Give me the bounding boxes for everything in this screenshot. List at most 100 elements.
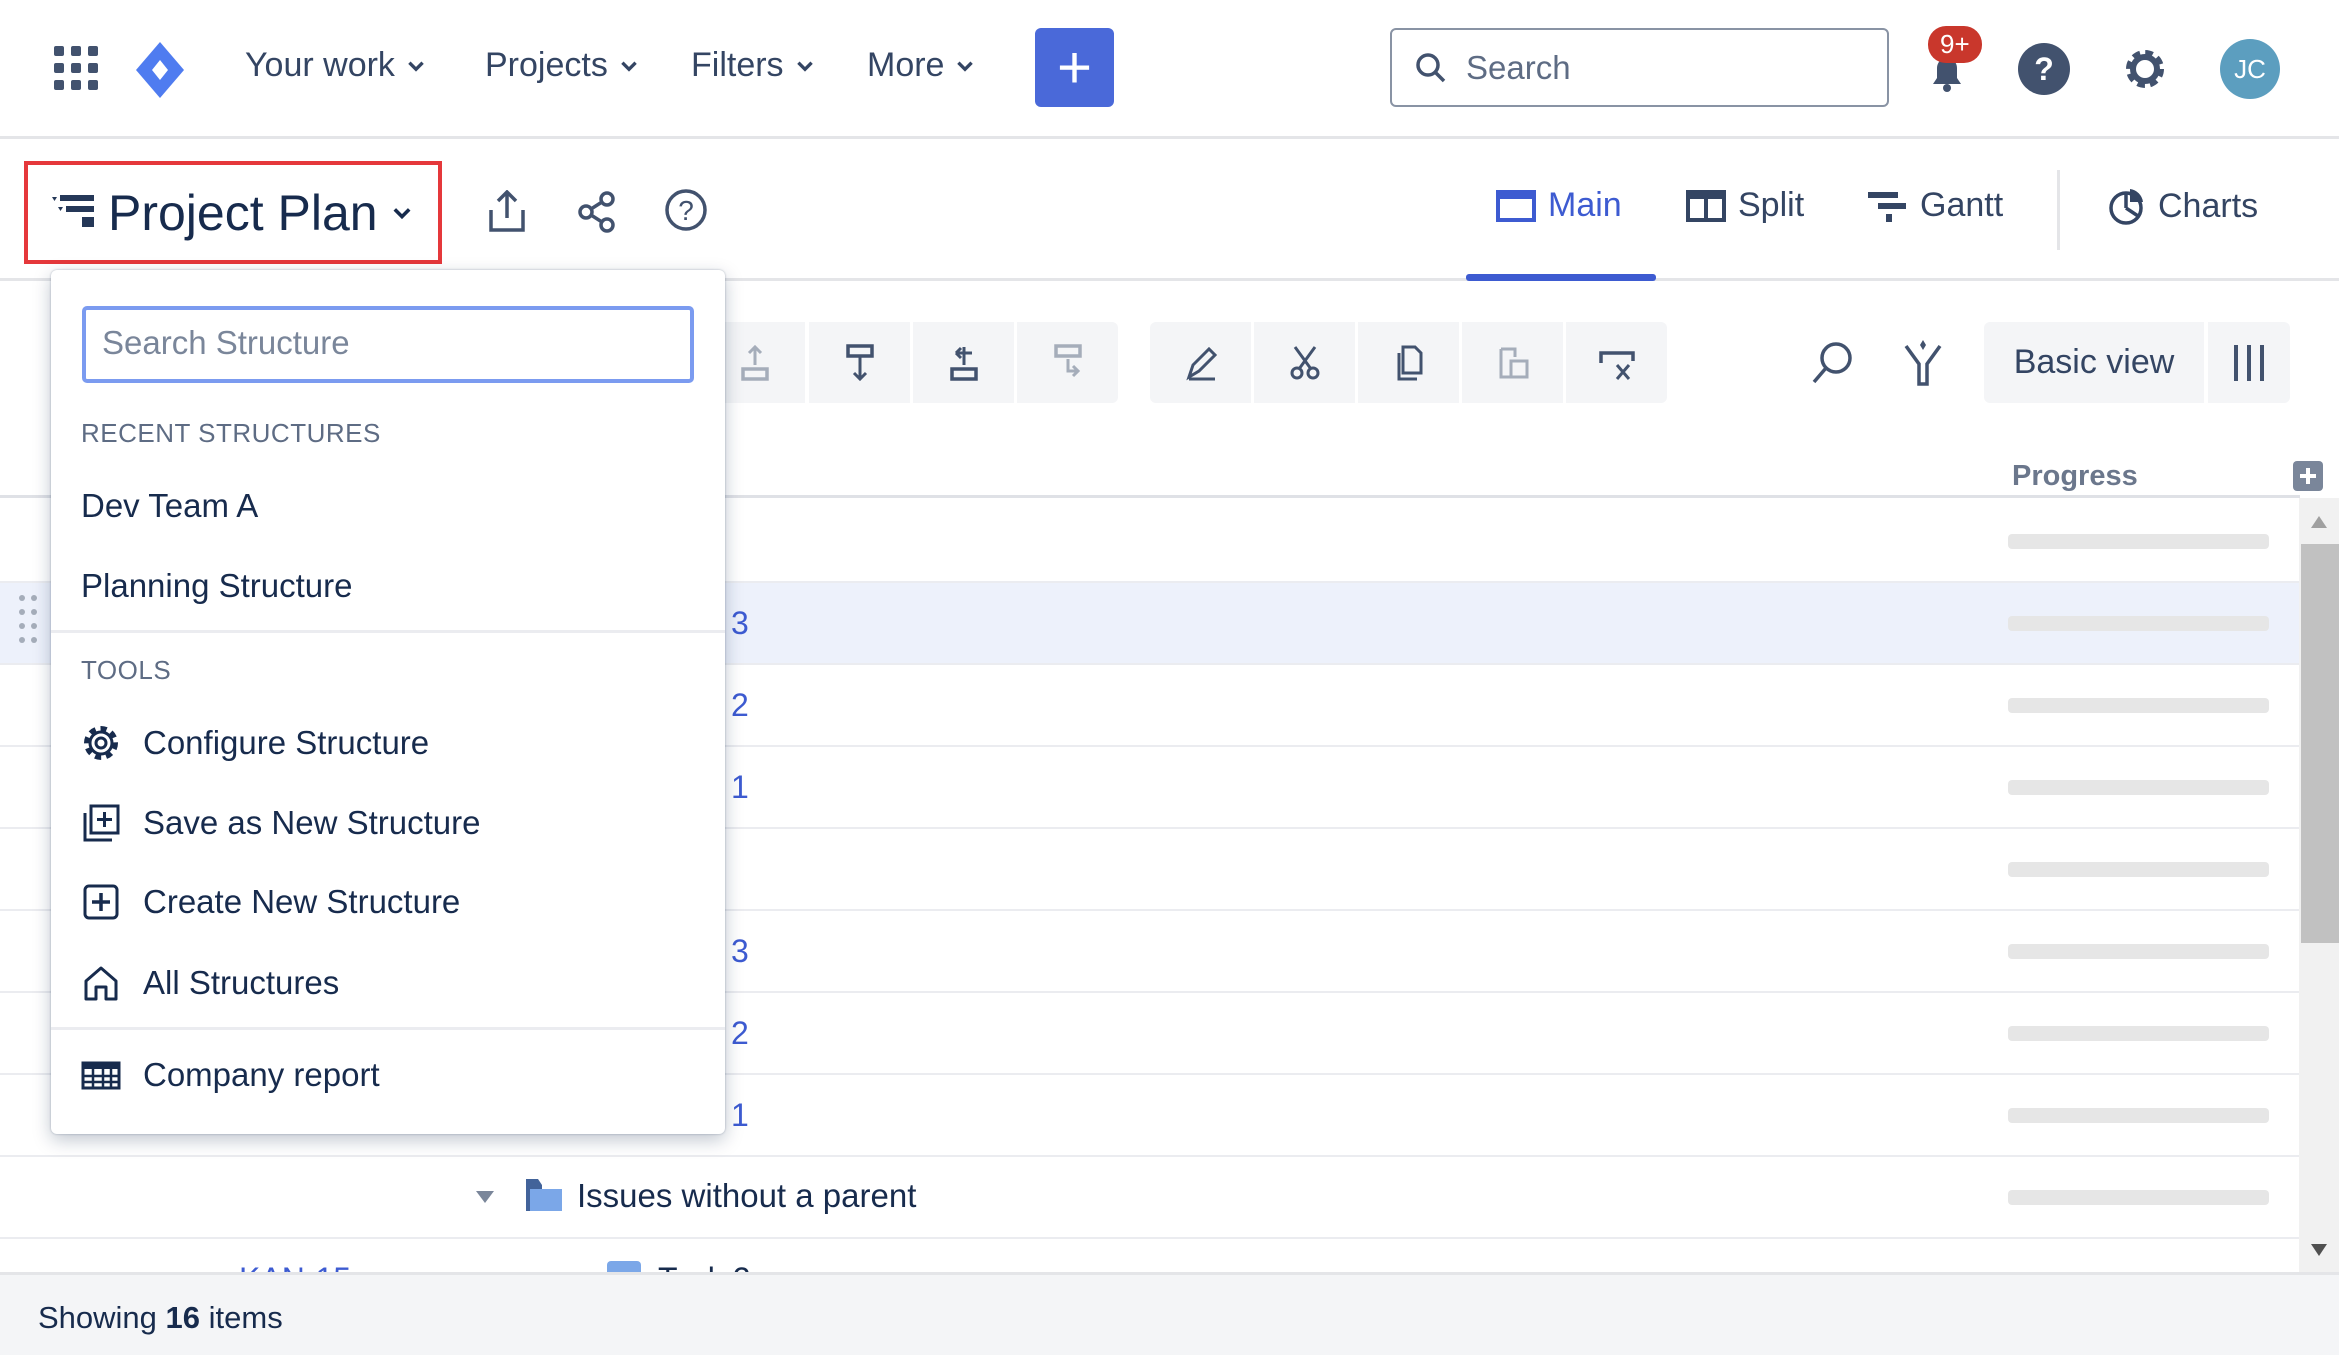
filter-icon[interactable]	[1902, 338, 1944, 388]
top-navigation: Your work Projects Filters More + Search…	[0, 0, 2339, 139]
columns-icon	[2234, 344, 2264, 381]
tab-divider	[2057, 170, 2060, 250]
paste-icon	[1499, 347, 1528, 378]
progress-bar	[2008, 944, 2269, 959]
collapse-triangle-icon[interactable]	[474, 1189, 496, 1205]
indent-button[interactable]	[1017, 322, 1118, 403]
share-icon[interactable]	[577, 190, 617, 234]
search-structure-icon[interactable]	[1810, 340, 1854, 386]
app-switcher-icon[interactable]	[54, 46, 98, 90]
menu-item-company-report[interactable]: Company report	[51, 1039, 725, 1111]
paste-button[interactable]	[1462, 322, 1563, 403]
search-placeholder: Search	[1466, 48, 1571, 86]
tab-main[interactable]: Main	[1496, 186, 1622, 225]
pie-chart-icon	[2109, 189, 2143, 225]
chevron-down-icon	[393, 207, 411, 219]
edit-button[interactable]	[1150, 322, 1251, 403]
folder-label: Issues without a parent	[577, 1177, 917, 1214]
cut-button[interactable]	[1254, 322, 1355, 403]
menu-item-configure-structure[interactable]: Configure Structure	[51, 707, 725, 779]
move-up-icon	[740, 344, 769, 381]
save-copy-icon	[83, 804, 120, 842]
plus-square-icon	[83, 884, 119, 920]
move-left-icon	[949, 346, 978, 381]
chevron-down-icon	[957, 61, 974, 72]
progress-bar	[2008, 862, 2269, 877]
help-icon[interactable]: ?	[2018, 43, 2070, 95]
structure-icon	[52, 194, 94, 227]
notifications-badge: 9+	[1928, 26, 1982, 63]
scroll-up-icon[interactable]	[2309, 514, 2329, 530]
nav-your-work[interactable]: Your work	[245, 46, 427, 85]
tab-split[interactable]: Split	[1686, 186, 1804, 225]
nav-label: Filters	[691, 46, 784, 84]
row-value: 2	[731, 1015, 749, 1051]
structure-help-icon[interactable]: ?	[664, 188, 708, 232]
tools-header: TOOLS	[81, 655, 172, 685]
remove-button[interactable]	[1566, 322, 1667, 403]
status-footer: Showing 16 items	[0, 1272, 2339, 1355]
tab-label: Main	[1548, 186, 1622, 224]
basic-view-button[interactable]: Basic view	[1984, 322, 2204, 403]
recent-structures-header: RECENT STRUCTURES	[81, 418, 381, 448]
move-down-icon	[845, 343, 874, 381]
create-button[interactable]: +	[1035, 28, 1114, 107]
move-down-button[interactable]	[809, 322, 910, 403]
columns-button[interactable]	[2208, 322, 2290, 403]
search-icon	[1416, 52, 1446, 82]
menu-item-label: Configure Structure	[143, 724, 430, 761]
scissors-icon	[1290, 345, 1319, 379]
menu-item-label: Planning Structure	[81, 567, 353, 604]
jira-logo-icon[interactable]	[134, 42, 186, 98]
settings-gear-icon[interactable]	[2120, 44, 2170, 94]
menu-item-label: All Structures	[143, 964, 340, 1001]
outdent-button[interactable]	[913, 322, 1014, 403]
structure-title: Project Plan	[108, 184, 378, 241]
search-input[interactable]: Search	[1390, 28, 1889, 107]
progress-bar	[2008, 1026, 2269, 1041]
structure-dropdown-menu: Search Structure RECENT STRUCTURES Dev T…	[51, 270, 725, 1134]
charts-button[interactable]: Charts	[2106, 186, 2258, 226]
row-value: 1	[731, 1097, 749, 1133]
charts-label: Charts	[2158, 186, 2259, 225]
folder-icon	[526, 1179, 562, 1211]
nav-filters[interactable]: Filters	[691, 46, 816, 85]
menu-item-all-structures[interactable]: All Structures	[51, 947, 725, 1019]
progress-bar	[2008, 698, 2269, 713]
progress-bar	[2008, 534, 2269, 549]
row-value: 1	[731, 769, 749, 805]
scrollbar-thumb[interactable]	[2301, 544, 2339, 943]
structure-selector[interactable]: Project Plan	[24, 161, 442, 264]
active-tab-indicator	[1466, 274, 1656, 281]
menu-item-planning-structure[interactable]: Planning Structure	[51, 550, 725, 622]
table-row[interactable]: Issues without a parent	[0, 1157, 2299, 1239]
copy-button[interactable]	[1358, 322, 1459, 403]
drag-handle-icon[interactable]	[18, 594, 38, 646]
add-column-icon[interactable]	[2293, 461, 2323, 491]
search-structure-input[interactable]: Search Structure	[82, 306, 694, 383]
column-header-progress[interactable]: Progress	[2012, 460, 2138, 493]
tab-gantt[interactable]: Gantt	[1868, 186, 2003, 225]
move-right-icon	[1053, 343, 1082, 377]
tab-label: Gantt	[1920, 186, 2004, 224]
scroll-down-icon[interactable]	[2309, 1242, 2329, 1258]
chevron-down-icon	[621, 61, 637, 72]
nav-label: Your work	[245, 46, 395, 84]
progress-bar	[2008, 1108, 2269, 1123]
table-icon	[81, 1061, 121, 1090]
nav-more[interactable]: More	[867, 46, 976, 85]
menu-item-save-as-new-structure[interactable]: Save as New Structure	[51, 787, 725, 859]
export-icon[interactable]	[487, 190, 527, 234]
progress-bar	[2008, 1190, 2269, 1205]
menu-item-dev-team-a[interactable]: Dev Team A	[51, 470, 725, 542]
pencil-icon	[1185, 346, 1217, 380]
nav-projects[interactable]: Projects	[485, 46, 640, 85]
copy-icon	[1397, 345, 1422, 380]
avatar[interactable]: JC	[2220, 39, 2280, 99]
menu-divider	[51, 1027, 725, 1030]
row-value: 3	[731, 933, 749, 969]
chevron-down-icon	[796, 61, 813, 72]
menu-item-create-new-structure[interactable]: Create New Structure	[51, 866, 725, 938]
menu-item-label: Company report	[143, 1056, 380, 1093]
gantt-icon	[1868, 191, 1906, 222]
